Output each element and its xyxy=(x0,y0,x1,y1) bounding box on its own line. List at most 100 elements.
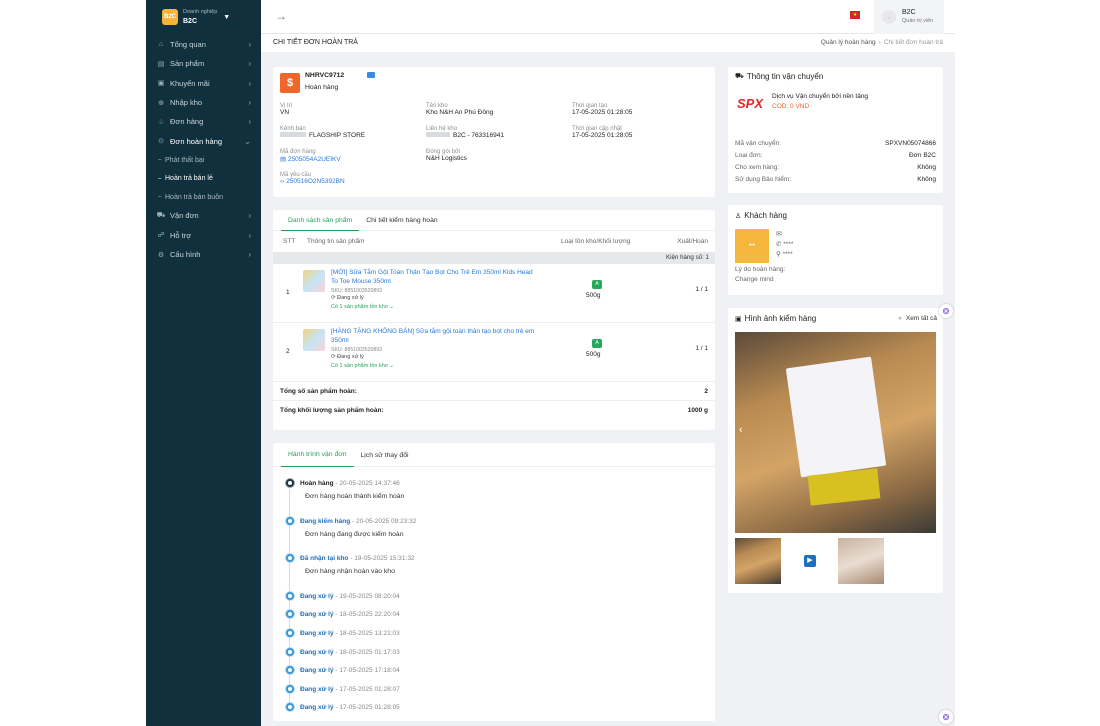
product-thumbnail[interactable] xyxy=(303,329,325,351)
shipping-title: Thông tin vận chuyển xyxy=(746,72,824,81)
app-root: B2C Doanh nghiệp B2C ▼ ⌂ Tổng quan › ▤ Sản … xyxy=(146,0,955,726)
sidebar-item-inbound[interactable]: ⊕ Nhập kho › xyxy=(146,93,261,112)
status-circle-icon xyxy=(285,702,295,712)
event-time: 17-05-2025 01:28:05 xyxy=(339,703,400,711)
brand-type: Doanh nghiệp xyxy=(183,9,218,15)
photo-label-sheet xyxy=(785,356,887,478)
total-weight-label: Tổng khối lượng sản phẩm hoàn: xyxy=(280,407,384,414)
floating-assistant-icon[interactable]: ❂ xyxy=(939,304,953,318)
sidebar-item-label: Sản phẩm xyxy=(170,59,205,69)
sidebar-item-shipments[interactable]: ⛟ Vận đơn › xyxy=(146,206,261,225)
chevron-right-icon: › xyxy=(248,230,251,240)
chevron-right-icon: › xyxy=(248,59,251,69)
photo-thumbnail[interactable] xyxy=(735,538,781,584)
tab-shipment-journey[interactable]: Hành trình vận đơn xyxy=(281,443,354,467)
carrier-name: Dịch vụ Vận chuyển bởi nền tảng xyxy=(772,93,869,100)
image-icon: ▣ xyxy=(735,315,742,323)
timeline-event: Đang xử lý - 17-05-2025 01:28:05 xyxy=(285,702,400,712)
user-menu[interactable]: ◦◦ B2C Quản trị viên xyxy=(874,0,944,34)
product-quantity: 1 / 1 xyxy=(695,286,708,293)
shipment-code-row: Mã vận chuyển: SPXVN05074866 xyxy=(735,139,936,147)
view-all-link[interactable]: ● Xem tất cả xyxy=(898,315,937,322)
sidebar-item-promotions[interactable]: ▣ Khuyến mãi › xyxy=(146,74,261,93)
floating-assistant-icon[interactable]: ❂ xyxy=(939,710,953,724)
timeline-event: Đang xử lý - 18-05-2025 01:17:03 xyxy=(285,647,400,657)
sidebar-subitem-wholesale-returns[interactable]: – Hoàn trả bán buôn xyxy=(146,188,261,207)
stock-expand-link[interactable]: Có 1 sản phẩm tồn kho ⌄ xyxy=(331,363,394,369)
sidebar-item-orders[interactable]: ♧ Đơn hàng › xyxy=(146,112,261,131)
caret-down-icon: ▼ xyxy=(223,13,231,21)
chevron-down-icon: ⌄ xyxy=(387,304,395,310)
customer-card: ♙ Khách hàng ** ✉ ✆ **** ⚲ **** Lý do hoà… xyxy=(728,205,943,295)
chevron-down-icon: ⌄ xyxy=(387,363,395,369)
vietnam-flag-icon[interactable]: ★ xyxy=(850,11,860,19)
status-circle-icon xyxy=(285,628,295,638)
status-circle-icon xyxy=(285,647,295,657)
customer-title: Khách hàng xyxy=(744,211,787,220)
sidebar-item-overview[interactable]: ⌂ Tổng quan › xyxy=(146,35,261,54)
row-index: 1 xyxy=(286,289,290,296)
product-quantity: 1 / 1 xyxy=(695,345,708,352)
page-header: CHI TIẾT ĐƠN HOÀN TRẢ Quản lý hoàn hàng ›… xyxy=(261,34,955,52)
timeline-event: Hoàn hàng - 20-05-2025 14:37:46 xyxy=(285,478,400,488)
sidebar-item-settings[interactable]: ⚙ Cấu hình › xyxy=(146,245,261,264)
settings-icon: ⚙ xyxy=(157,251,165,259)
dot-icon: ● xyxy=(897,315,902,322)
product-status: ⟳ Đang xử lý xyxy=(331,295,364,301)
product-sku: SKU: 8851003520893 xyxy=(331,347,383,353)
truck-icon: ⛟ xyxy=(156,212,166,220)
chevron-right-icon: › xyxy=(248,98,251,108)
column-product-info: Thông tin sản phẩm xyxy=(307,238,365,245)
grade-badge: A xyxy=(592,280,602,289)
tab-product-list[interactable]: Danh sách sản phẩm xyxy=(281,210,360,231)
sidebar: B2C Doanh nghiệp B2C ▼ ⌂ Tổng quan › ▤ Sản … xyxy=(146,0,261,726)
breadcrumb-link[interactable]: Quản lý hoàn hàng xyxy=(821,39,876,46)
page-title: CHI TIẾT ĐƠN HOÀN TRẢ xyxy=(273,39,358,46)
timeline-event: Đang xử lý - 18-05-2025 13:21:03 xyxy=(285,628,400,638)
total-products-label: Tổng số sản phẩm hoàn: xyxy=(280,387,357,395)
photo-prev-arrow[interactable]: ‹ xyxy=(739,424,743,436)
order-number-link[interactable]: ▤ 2505054A2UEIKV xyxy=(280,155,341,163)
user-icon: ♙ xyxy=(735,212,742,220)
brand-switcher[interactable]: B2C Doanh nghiệp B2C ▼ xyxy=(146,0,261,34)
column-stock-weight: Loại tồn kho/Khối lượng xyxy=(561,238,631,245)
sidebar-subitem-retail-returns[interactable]: – Hoàn trả bán lẻ xyxy=(146,169,261,188)
chevron-down-icon: ⌄ xyxy=(244,136,251,146)
product-thumbnail[interactable] xyxy=(303,270,325,292)
main-inspection-photo[interactable]: ‹ xyxy=(735,332,936,533)
breadcrumb: Quản lý hoàn hàng › Chi tiết đơn hoàn trả xyxy=(820,39,943,46)
sidebar-item-support[interactable]: ☍ Hỗ trợ › xyxy=(146,226,261,245)
sidebar-item-products[interactable]: ▤ Sản phẩm › xyxy=(146,54,261,73)
product-name-link[interactable]: [HÀNG TẶNG KHÔNG BÁN] Sữa tắm gội toàn t… xyxy=(331,328,541,345)
image-icon[interactable] xyxy=(367,72,375,78)
event-time: 19-05-2025 15:31:32 xyxy=(354,554,415,562)
chevron-right-icon: › xyxy=(248,211,251,221)
sidebar-subitem-failed-delivery[interactable]: – Phát thất bại xyxy=(146,151,261,170)
product-name-link[interactable]: [MỚI] Sữa Tắm Gội Toàn Thân Tạo Bọt Cho … xyxy=(331,269,541,286)
photo-thumbnail[interactable] xyxy=(838,538,884,584)
arrow-right-icon[interactable]: → xyxy=(275,9,287,23)
products-card: Danh sách sản phẩm Chi tiết kiểm hàng ho… xyxy=(273,210,715,430)
sidebar-item-returns[interactable]: ⊙ Đơn hoàn hàng ⌄ xyxy=(146,131,261,150)
tab-change-history[interactable]: Lịch sử thay đổi xyxy=(354,443,416,467)
document-icon: ▤ xyxy=(280,156,288,163)
support-icon: ☍ xyxy=(157,232,165,240)
truck-icon: ⛟ xyxy=(735,73,744,80)
total-products-row: Tổng số sản phẩm hoàn: 2 xyxy=(273,382,715,401)
stock-expand-link[interactable]: Có 1 sản phẩm tồn kho ⌄ xyxy=(331,304,394,310)
sidebar-item-label: Nhập kho xyxy=(170,98,203,108)
cod-amount: COD: 0 VND xyxy=(772,103,810,110)
sidebar-item-label: Tổng quan xyxy=(170,40,206,50)
promotion-icon: ▣ xyxy=(157,80,165,88)
event-status: Hoàn hàng xyxy=(300,479,334,487)
chevron-right-icon: › xyxy=(248,250,251,260)
request-code-link[interactable]: ‹› 250516O2N5392BN xyxy=(280,178,345,185)
event-note: Đơn hàng nhận hoàn vào kho xyxy=(305,568,395,575)
order-info-card: $ NHRVC9712 Hoàn hàng Vị trí VN Tên kho … xyxy=(273,67,715,197)
event-status: Đang xử lý xyxy=(300,610,334,618)
video-thumbnail[interactable]: ▶ xyxy=(787,538,833,584)
timeline-event: Đang xử lý - 19-05-2025 08:20:04 xyxy=(285,591,400,601)
brand-logo: B2C xyxy=(162,9,178,25)
photo-tape xyxy=(807,468,881,506)
tab-inspection-detail[interactable]: Chi tiết kiểm hàng hoàn xyxy=(359,210,444,231)
